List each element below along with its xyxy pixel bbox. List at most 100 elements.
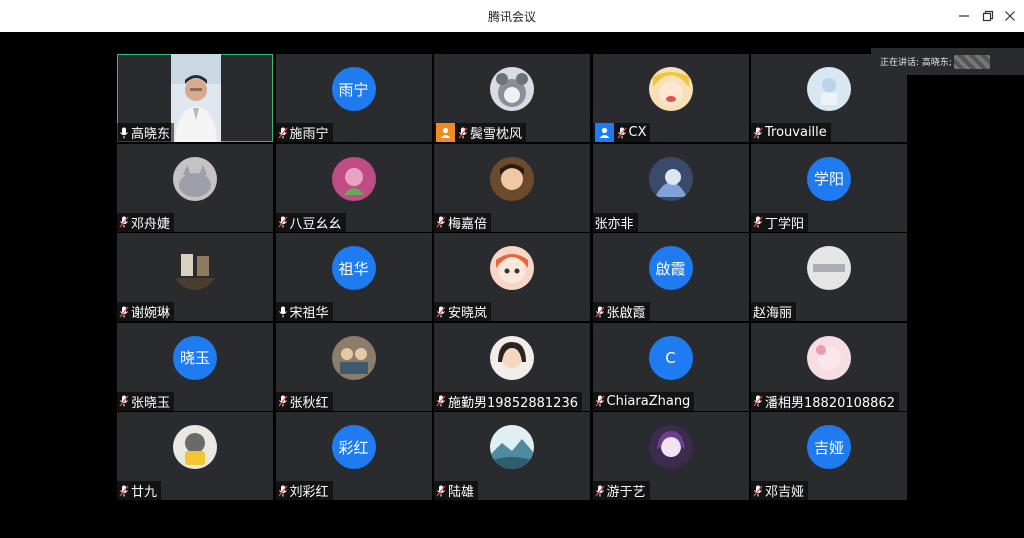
participant-tile[interactable]: 祖华宋祖华 [275,233,432,321]
avatar [331,335,376,380]
participant-tile[interactable]: C ChiaraZhang [592,322,749,411]
participant-name: 陆雄 [448,485,475,500]
participant-tile[interactable]: 梅嘉倍 [434,143,590,232]
participant-nameplate: 赵海丽 [751,302,797,321]
participant-nameplate: CX [592,123,651,142]
mic-muted-icon [277,485,288,496]
mic-muted-icon [594,306,605,317]
participant-nameplate: 施勤男19852881236 [434,391,582,411]
restore-button[interactable] [978,6,998,26]
participant-name: 邓吉娅 [765,485,805,500]
participant-name: 赵海丽 [753,306,793,321]
avatar [807,335,851,380]
participant-name: CX [628,125,647,140]
participant-nameplate: 邓吉娅 [751,481,809,500]
avatar [173,425,217,469]
participant-tile[interactable]: 学阳 丁学阳 [751,143,907,232]
participant-tile[interactable]: 雨宁 施雨宁 [275,54,432,142]
participant-name: 张秋红 [289,395,329,411]
title-bar: 腾讯会议 [0,0,1024,32]
participant-name: 刘彩红 [289,485,329,500]
mic-muted-icon [277,216,288,228]
participant-nameplate: 八豆幺幺 [275,212,346,232]
participant-tile[interactable]: 啟霞张啟霞 [592,233,749,321]
participant-name: 鬓雪枕风 [470,127,523,142]
avatar [490,67,534,111]
avatar [648,425,693,469]
close-button[interactable] [1000,6,1020,26]
participant-name: 邓舟婕 [131,216,171,232]
participant-tile[interactable]: 张秋红 [275,322,432,411]
avatar [807,246,851,290]
participant-tile[interactable]: 八豆幺幺 [275,143,432,232]
participant-tile[interactable]: 吉娅 邓吉娅 [751,412,907,500]
participant-tile[interactable]: 安晓岚 [434,233,590,321]
avatar-initials: 祖华 [331,246,376,290]
participant-name: 施雨宁 [289,127,329,142]
participant-tile[interactable]: 谢婉琳 [117,233,273,321]
avatar [173,246,217,290]
avatar [490,246,534,290]
participant-nameplate: 刘彩红 [275,481,333,500]
participant-nameplate: 张亦非 [592,212,638,232]
minimize-button[interactable] [954,6,974,26]
mic-muted-icon [119,395,129,407]
avatar-initials: 彩红 [331,425,376,469]
mic-muted-icon [436,395,446,407]
avatar [648,67,693,111]
participant-nameplate: 邓舟婕 [117,212,175,232]
mic-icon [278,306,287,317]
participant-nameplate: 游于艺 [592,481,650,500]
avatar-initials: C [648,335,693,380]
participant-nameplate: 施雨宁 [275,123,333,142]
participant-nameplate: 张啟霞 [592,302,650,321]
mic-muted-icon [616,127,627,138]
mic-muted-icon [119,306,129,317]
avatar [490,335,534,380]
mic-muted-icon [753,485,763,496]
participant-nameplate: 梅嘉倍 [434,212,492,232]
participant-tile[interactable]: 廿九 [117,412,273,500]
participant-tile[interactable]: 张亦非 [592,143,749,232]
mic-muted-icon [119,485,129,496]
participant-name: 张晓玉 [131,395,171,411]
participant-tile[interactable]: 赵海丽 [751,233,907,321]
participant-nameplate: 张晓玉 [117,391,175,411]
avatar [648,156,693,201]
participant-tile[interactable]: 施勤男19852881236 [434,322,590,411]
participant-tile[interactable]: 彩红刘彩红 [275,412,432,500]
participant-nameplate: 张秋红 [275,391,333,411]
participant-tile[interactable]: 潘相男18820108862 [751,322,907,411]
mic-muted-icon [436,485,446,496]
participant-tile[interactable]: 游于艺 [592,412,749,500]
mic-muted-icon [436,306,446,317]
participant-name: Trouvaille [765,125,827,140]
redacted-name [953,54,990,69]
mic-icon [120,127,128,138]
participant-nameplate: 高晓东 [117,123,175,142]
avatar-initials: 啟霞 [648,246,693,290]
participant-name: 安晓岚 [448,306,488,321]
participant-tile[interactable]: 陆雄 [434,412,590,500]
avatar [331,156,376,201]
avatar [173,156,217,201]
participant-nameplate: 陆雄 [434,481,479,500]
participant-name: 宋祖华 [289,306,329,321]
restore-icon [982,10,994,22]
participant-tile[interactable]: CX [592,54,749,142]
participant-tile[interactable]: 高晓东 [117,54,273,142]
participant-name: 丁学阳 [765,216,805,232]
host-badge-icon [436,123,455,142]
participant-name: 游于艺 [606,485,646,500]
participant-nameplate: 谢婉琳 [117,302,175,321]
speaking-indicator: 正在讲话: 高晓东; [871,48,1024,75]
participant-tile[interactable]: 邓舟婕 [117,143,273,232]
avatar-initials: 晓玉 [173,335,217,380]
participant-nameplate: Trouvaille [751,123,831,142]
mic-muted-icon [594,395,605,407]
participant-tile[interactable]: 晓玉 张晓玉 [117,322,273,411]
avatar [490,425,534,469]
mic-muted-icon [753,216,763,228]
participant-name: 施勤男19852881236 [448,395,578,411]
participant-tile[interactable]: 鬓雪枕风 [434,54,590,142]
